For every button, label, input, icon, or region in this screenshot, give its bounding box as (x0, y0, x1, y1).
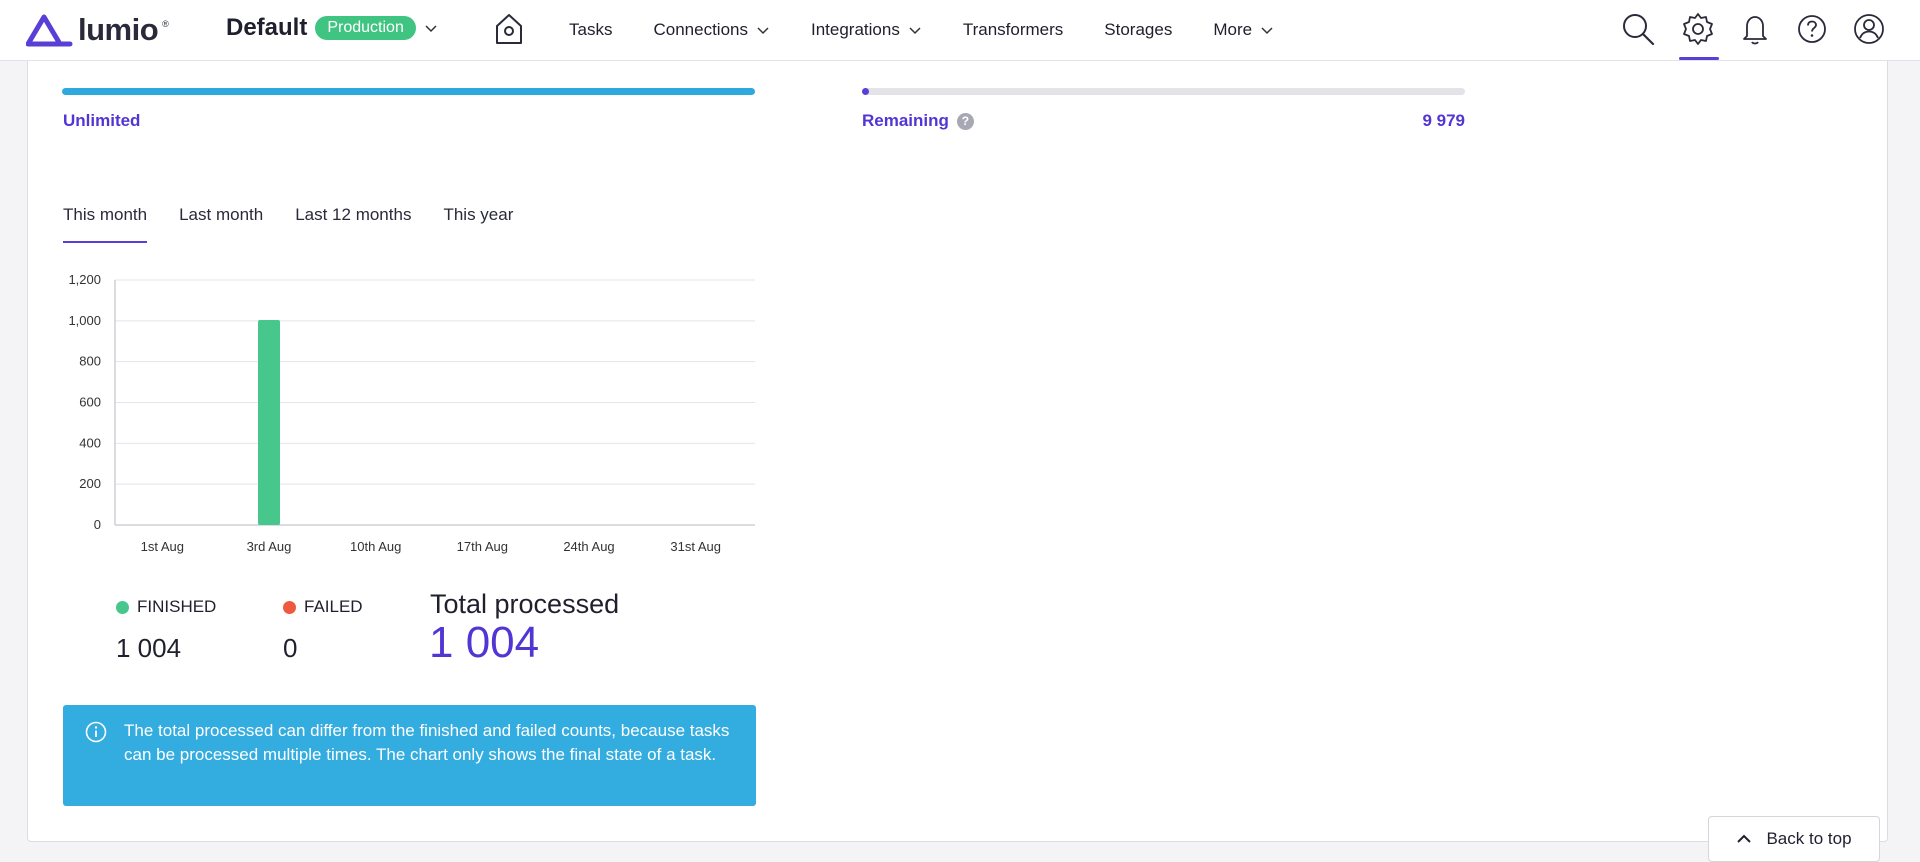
help-icon[interactable] (1795, 12, 1829, 46)
nav-integrations[interactable]: Integrations (811, 20, 922, 40)
nav-transformers[interactable]: Transformers (963, 20, 1063, 40)
finished-legend: FINISHED (116, 597, 216, 617)
logo-text: lumio (78, 12, 159, 47)
usage-progress-unlimited (62, 88, 755, 95)
alumio-logo[interactable]: lumio ® (26, 12, 169, 48)
x-tick-label: 17th Aug (457, 539, 508, 554)
finished-dot (116, 600, 129, 614)
tab-this-year[interactable]: This year (443, 205, 513, 243)
chevron-up-icon (1737, 834, 1752, 843)
nav-more[interactable]: More (1213, 20, 1274, 40)
failed-dot (283, 600, 296, 614)
environment-name: Default (226, 14, 308, 41)
search-icon[interactable] (1621, 12, 1655, 46)
remaining-value: 9 979 (1422, 111, 1465, 130)
finished-value: 1 004 (116, 633, 182, 663)
y-tick-label: 800 (79, 354, 101, 369)
x-tick-label: 10th Aug (350, 539, 401, 554)
bell-icon[interactable] (1738, 12, 1772, 46)
nav-connections[interactable]: Connections (653, 20, 770, 40)
x-tick-label: 1st Aug (141, 539, 184, 554)
x-tick-label: 31st Aug (670, 539, 721, 554)
logo-mark-icon (26, 14, 73, 47)
y-tick-label: 1,200 (68, 272, 101, 287)
environment-badge: Production (315, 16, 416, 40)
help-tooltip-icon[interactable]: ? (956, 112, 974, 130)
usage-progress-remaining (862, 88, 1465, 95)
main-nav: Tasks Connections Integrations Transform… (569, 0, 1315, 60)
tab-last-12-months[interactable]: Last 12 months (295, 205, 411, 243)
unlimited-label: Unlimited (63, 111, 141, 130)
chart-bar (258, 320, 280, 525)
logo-registered: ® (162, 19, 169, 29)
remaining-label-text: Remaining (862, 111, 949, 130)
environment-switcher[interactable]: Default Production (226, 14, 438, 42)
failed-value: 0 (283, 633, 298, 663)
x-tick-label: 24th Aug (563, 539, 614, 554)
info-icon (85, 721, 107, 743)
finished-label: FINISHED (137, 597, 217, 616)
period-tabs: This month Last month Last 12 months Thi… (63, 205, 513, 243)
gear-icon[interactable] (1681, 12, 1715, 46)
nav-storages[interactable]: Storages (1104, 20, 1172, 40)
y-tick-label: 600 (79, 395, 101, 410)
top-navbar: lumio ® Default Production Tasks Connect… (0, 0, 1920, 61)
total-processed-value: 1 004 (429, 618, 540, 667)
total-processed-label: Total processed (430, 589, 620, 619)
back-to-top-button[interactable]: Back to top (1708, 816, 1880, 862)
chevron-down-icon (425, 25, 437, 33)
remaining-label: Remaining ? (862, 111, 974, 131)
failed-legend: FAILED (283, 597, 363, 617)
user-icon[interactable] (1852, 12, 1886, 46)
x-tick-label: 3rd Aug (247, 539, 292, 554)
active-indicator (1679, 57, 1719, 60)
tasks-bar-chart: 0 200 400 600 800 1,000 1,200 1st Aug 3rd Aug 10t… (68, 272, 755, 554)
y-tick-label: 0 (94, 517, 101, 532)
y-tick-label: 1,000 (68, 313, 101, 328)
nav-tasks[interactable]: Tasks (569, 20, 612, 40)
home-icon[interactable] (493, 12, 525, 46)
info-text: The total processed can differ from the … (124, 721, 730, 764)
back-to-top-label: Back to top (1766, 829, 1852, 848)
chevron-down-icon (1261, 27, 1273, 35)
failed-label: FAILED (304, 597, 363, 616)
tab-this-month[interactable]: This month (63, 205, 148, 243)
info-banner: The total processed can differ from the … (63, 705, 756, 806)
y-tick-label: 400 (79, 435, 101, 450)
y-tick-label: 200 (79, 476, 101, 491)
usage-progress-remaining-fill (862, 88, 869, 95)
chevron-down-icon (909, 27, 921, 35)
chevron-down-icon (757, 27, 769, 35)
tab-last-month[interactable]: Last month (179, 205, 263, 243)
